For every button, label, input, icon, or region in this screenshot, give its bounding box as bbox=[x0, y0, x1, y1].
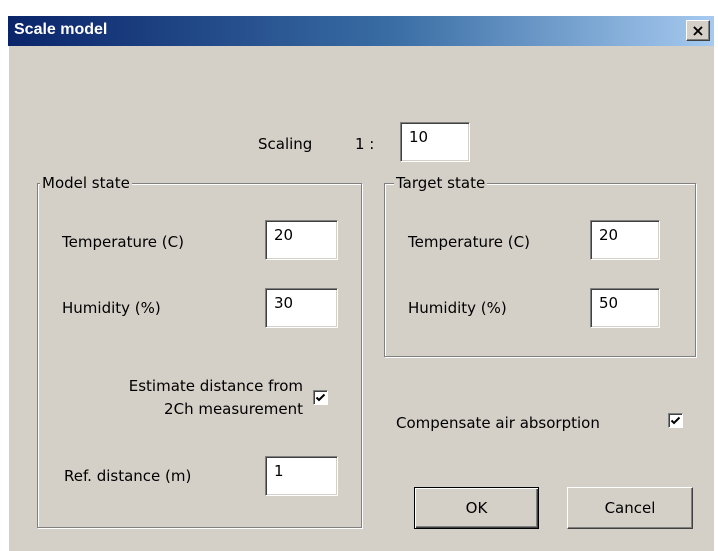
target-temperature-label: Temperature (C) bbox=[408, 233, 530, 251]
model-temperature-label: Temperature (C) bbox=[62, 233, 184, 251]
estimate-distance-label-line2: 2Ch measurement bbox=[164, 400, 303, 418]
model-temperature-input[interactable]: 20 bbox=[265, 220, 338, 260]
target-humidity-label: Humidity (%) bbox=[408, 299, 507, 317]
compensate-air-absorption-checkbox[interactable] bbox=[668, 413, 683, 428]
scaling-label: Scaling bbox=[258, 135, 313, 153]
ref-distance-label: Ref. distance (m) bbox=[64, 467, 192, 485]
target-state-group bbox=[384, 183, 696, 357]
title-bar[interactable]: Scale model bbox=[8, 16, 714, 46]
estimate-distance-checkbox[interactable] bbox=[313, 390, 328, 405]
scaling-ratio-prefix: 1 : bbox=[355, 135, 375, 153]
cancel-button[interactable]: Cancel bbox=[567, 487, 693, 529]
model-humidity-label: Humidity (%) bbox=[62, 299, 161, 317]
target-humidity-input[interactable]: 50 bbox=[590, 288, 660, 328]
dialog-title: Scale model bbox=[14, 21, 108, 38]
ref-distance-input[interactable]: 1 bbox=[265, 456, 338, 496]
estimate-distance-label-line1: Estimate distance from bbox=[128, 377, 303, 395]
close-button[interactable]: × bbox=[686, 20, 710, 41]
ok-button[interactable]: OK bbox=[414, 487, 539, 529]
target-state-caption: Target state bbox=[394, 174, 488, 192]
close-icon: × bbox=[691, 21, 705, 40]
scaling-input[interactable]: 10 bbox=[400, 122, 470, 162]
model-state-caption: Model state bbox=[40, 174, 132, 192]
model-humidity-input[interactable]: 30 bbox=[265, 288, 338, 328]
compensate-air-absorption-label: Compensate air absorption bbox=[396, 414, 600, 432]
target-temperature-input[interactable]: 20 bbox=[590, 220, 660, 260]
checkmark-icon bbox=[670, 416, 681, 425]
checkmark-icon bbox=[315, 393, 326, 402]
